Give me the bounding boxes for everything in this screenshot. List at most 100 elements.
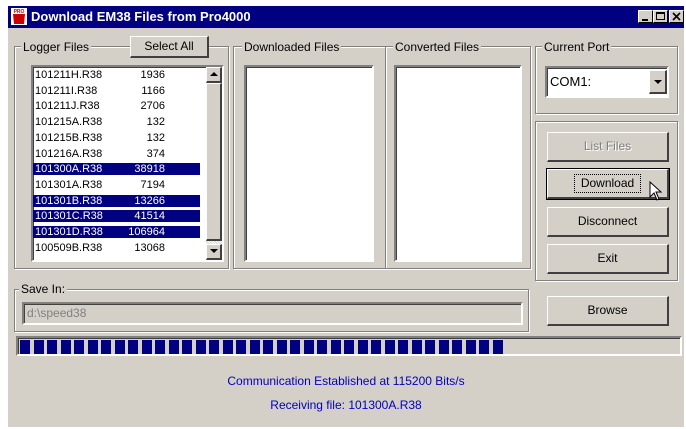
logger-file-rows: 101211H.R38 1936 101211I.R38 1166 101211J.R3… [33,69,203,258]
save-path-field[interactable]: d:\speed38 [22,302,523,325]
logger-files-scrollbar[interactable] [206,67,222,260]
progress-segment [425,340,435,354]
progress-segment [168,340,179,354]
title-bar[interactable]: PRO Download EM38 Files from Pro4000 [8,6,684,28]
logger-files-list[interactable]: 101211H.R38 1936 101211I.R38 1166 101211J.R3… [31,65,224,262]
maximize-button[interactable] [653,10,668,23]
progress-segment [330,340,341,354]
progress-segment [465,340,476,354]
progress-segment [101,340,111,354]
list-item[interactable]: 101301C.R38 41514 [33,210,200,223]
minimize-button[interactable] [638,10,653,23]
file-size: 7194 [140,178,165,191]
file-size: 132 [146,131,165,144]
scroll-thumb[interactable] [206,83,222,241]
progress-segment [182,340,192,354]
download-dialog: PRO Download EM38 Files from Pro4000 Log… [8,6,684,427]
file-size: 1936 [140,69,165,81]
list-item[interactable]: 101211J.R38 2706 [33,100,200,112]
list-item[interactable]: 101215B.R38 132 [33,132,200,144]
list-item[interactable]: 101216A.R38 374 [33,148,200,160]
list-item[interactable]: 101301B.R38 13266 [33,194,200,207]
select-all-button[interactable]: Select All [130,36,209,58]
progress-segment [384,340,395,354]
progress-segment [398,340,408,354]
arrow-up-icon [209,72,218,76]
progress-segment [479,340,489,354]
file-size: 41514 [134,210,165,223]
scroll-down-button[interactable] [206,244,222,260]
file-name: 101301C.R38 [35,210,103,223]
browse-label: Browse [587,303,628,317]
progress-segment [222,340,233,354]
progress-segment [276,340,287,354]
select-all-label: Select All [144,39,194,53]
progress-segment [195,340,206,354]
progress-segment [357,340,368,354]
progress-segment [60,340,71,354]
window-title: Download EM38 Files from Pro4000 [31,9,251,24]
port-dropdown-button[interactable] [649,70,667,94]
current-port-legend: Current Port [542,40,612,54]
exit-button[interactable]: Exit [547,244,669,274]
file-name: 101211J.R38 [35,100,100,113]
port-select-value: COM1: [550,74,592,89]
downloaded-files-list[interactable] [244,65,374,262]
file-name: 101301B.R38 [35,194,103,207]
progress-segment [114,340,125,354]
progress-segment [209,340,219,354]
progress-segment [47,340,57,354]
progress-segment [249,340,260,354]
downloaded-files-legend: Downloaded Files [242,40,342,54]
file-size: 106964 [128,226,165,238]
list-item[interactable]: 101301A.R38 7194 [33,179,200,191]
chevron-down-icon [653,80,662,84]
list-item[interactable]: 101300A.R38 38918 [33,163,200,176]
file-name: 100509B.R38 [35,241,103,254]
progress-segment [263,340,273,354]
list-item[interactable]: 101211H.R38 1936 [33,69,200,81]
logger-files-legend: Logger Files [21,40,92,54]
pro-app-icon: PRO [11,8,27,25]
file-name: 101215B.R38 [35,131,103,144]
minimize-icon [642,19,648,21]
progress-segment [303,340,314,354]
file-name: 101211H.R38 [35,69,103,81]
scroll-up-button[interactable] [206,67,222,83]
progress-segment [411,340,422,354]
file-size: 2706 [140,100,165,113]
save-path-value: d:\speed38 [27,306,87,320]
app-icon-text: PRO [14,9,25,15]
list-item[interactable]: 100509B.R38 13068 [33,242,200,254]
file-name: 101300A.R38 [35,163,103,176]
progress-segment [438,340,449,354]
progress-segment [492,340,503,354]
progress-segment [128,340,138,354]
arrow-down-icon [209,249,218,253]
progress-segment [20,340,30,354]
disconnect-label: Disconnect [577,214,638,228]
list-item[interactable]: 101301D.R38 106964 [33,226,200,238]
list-files-label: List Files [583,139,632,153]
file-name: 101301A.R38 [35,178,103,191]
list-item[interactable]: 101211I.R38 1166 [33,85,200,97]
browse-button[interactable]: Browse [547,296,669,326]
list-item[interactable]: 101215A.R38 132 [33,116,200,128]
maximize-icon [656,12,665,20]
disconnect-button[interactable]: Disconnect [547,207,669,237]
receiving-status: Receiving file: 101300A.R38 [270,398,422,412]
progress-bar [16,336,682,356]
progress-segment [155,340,165,354]
file-size: 13266 [134,194,165,207]
save-in-legend: Save In: [19,282,68,296]
exit-label: Exit [597,251,618,265]
port-select[interactable]: COM1: [545,66,669,98]
converted-files-list[interactable] [394,65,522,262]
connection-status: Communication Established at 115200 Bits… [227,374,465,388]
close-button[interactable] [669,10,684,23]
converted-files-legend: Converted Files [393,40,482,54]
list-files-button[interactable]: List Files [547,132,669,162]
mouse-cursor-icon [649,181,663,201]
progress-segment [344,340,354,354]
progress-segment [317,340,327,354]
